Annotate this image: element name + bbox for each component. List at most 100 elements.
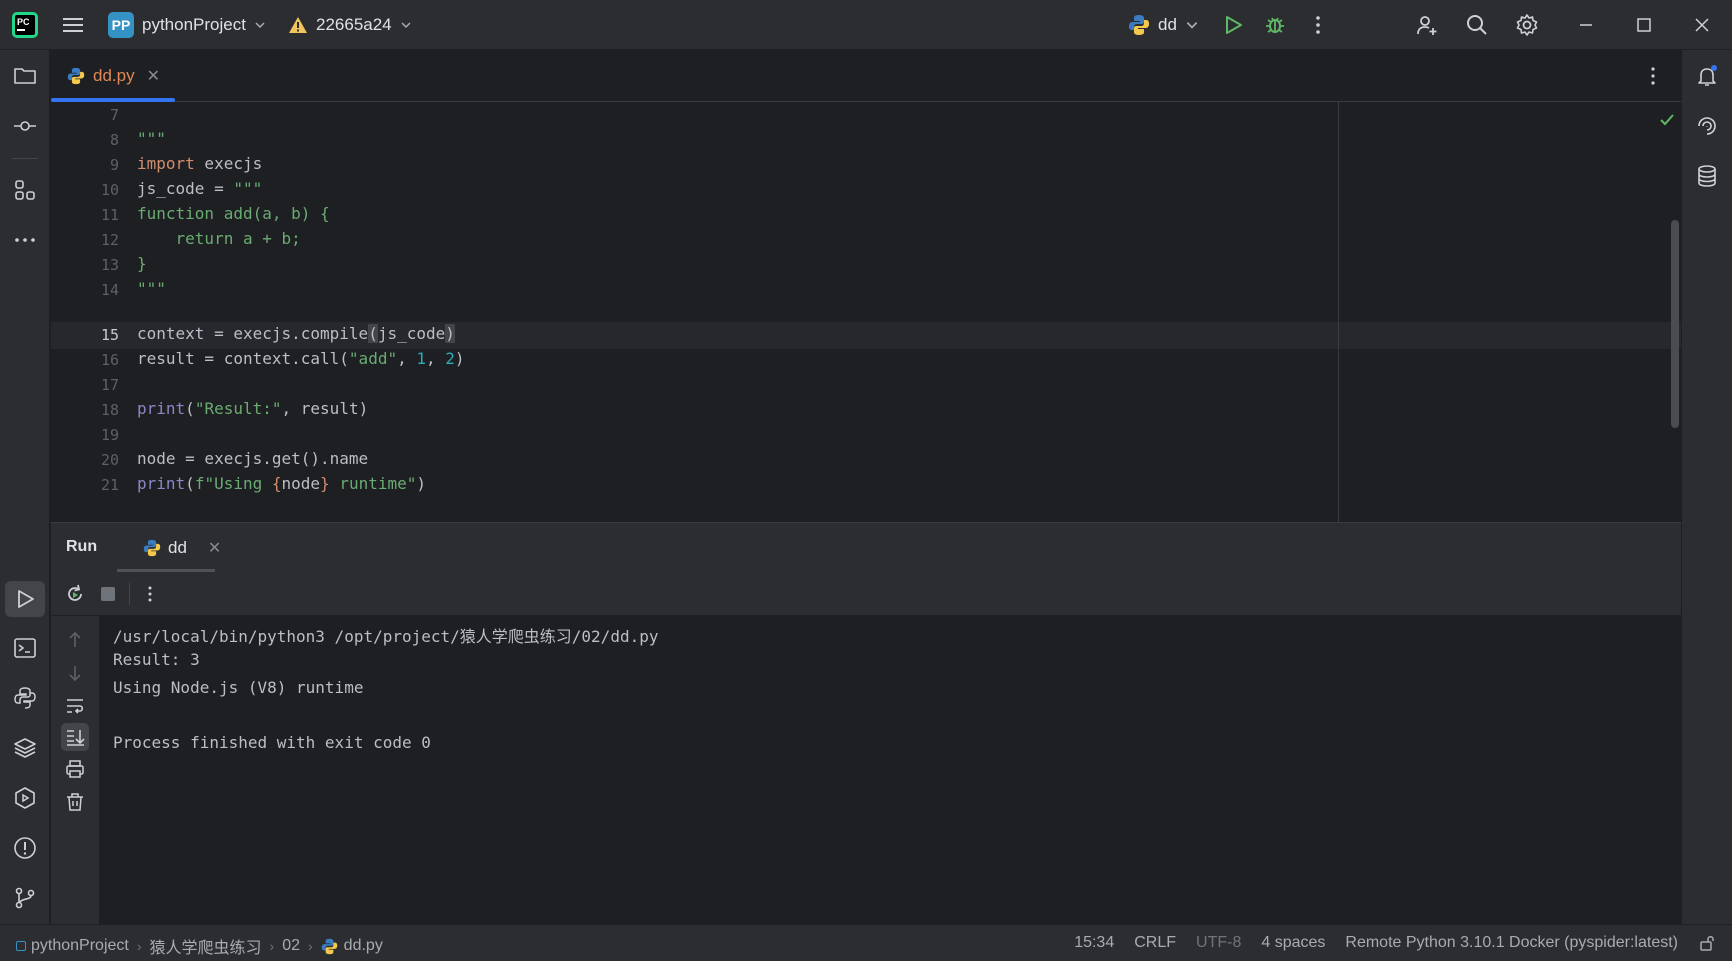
problems-icon[interactable] [13, 836, 37, 860]
console-line: Process finished with exit code 0 [113, 733, 431, 752]
code-line-21: print(f"Using {node} runtime") [137, 474, 426, 493]
code-text: context = execjs.compile [137, 324, 369, 343]
terminal-icon[interactable] [13, 636, 37, 660]
code-with-me-icon[interactable] [1415, 13, 1439, 37]
code-editor[interactable]: 7 8 9 10 11 12 13 14 15 16 17 18 19 20 2… [51, 102, 1681, 522]
line-number: 13 [100, 256, 119, 274]
rerun-icon[interactable] [64, 583, 86, 605]
stop-icon[interactable] [97, 583, 119, 605]
run-console-output[interactable]: /usr/local/bin/python3 /opt/project/猿人学爬… [99, 616, 1681, 924]
string: "add" [348, 349, 398, 368]
more-actions-icon[interactable] [1306, 13, 1330, 37]
unlock-icon[interactable] [1698, 934, 1716, 952]
vcs-branch: 22665a24 [316, 15, 392, 34]
chevron-down-icon [401, 22, 411, 29]
breadcrumb-item[interactable]: dd.py [344, 937, 383, 955]
editor-scrollbar[interactable] [1671, 220, 1679, 428]
database-icon[interactable] [1695, 164, 1719, 188]
maximize-icon[interactable] [1632, 13, 1656, 37]
code-text: , result) [281, 399, 369, 418]
code-text: execjs [194, 154, 263, 173]
breadcrumb-item[interactable]: pythonProject [31, 937, 129, 955]
project-name: pythonProject [142, 15, 246, 34]
main-menu-icon[interactable] [62, 14, 84, 36]
scroll-down-icon[interactable] [64, 662, 86, 684]
tool-separator [12, 158, 38, 159]
code-text: ( [185, 474, 195, 493]
minimize-icon[interactable] [1574, 13, 1598, 37]
code-line-14: """ [137, 279, 166, 298]
run-panel-title: Run [66, 538, 98, 555]
project-folder-icon[interactable] [13, 64, 37, 88]
line-number: 16 [100, 351, 119, 369]
interpreter-selector[interactable]: Remote Python 3.10.1 Docker (pyspider:la… [1345, 934, 1678, 952]
structure-icon[interactable] [13, 178, 37, 202]
close-window-icon[interactable] [1690, 13, 1714, 37]
run-tab-label: dd [168, 538, 187, 557]
python-console-icon[interactable] [13, 686, 37, 710]
svg-text:PC: PC [17, 17, 30, 27]
project-widget[interactable]: PP pythonProject [108, 11, 266, 39]
module-icon [16, 941, 26, 951]
string: "Result:" [194, 399, 282, 418]
no-problems-check-icon[interactable] [1657, 110, 1677, 130]
keyword: import [137, 154, 195, 173]
code-text: , [397, 349, 417, 368]
tab-actions-more-icon[interactable] [1641, 64, 1665, 88]
file-encoding[interactable]: UTF-8 [1196, 934, 1241, 952]
python-packages-icon[interactable] [13, 736, 37, 760]
code-text: ( [185, 399, 195, 418]
line-number: 10 [100, 181, 119, 199]
status-bar: pythonProject › 猿人学爬虫练习 › 02 › dd.py 15:… [0, 924, 1732, 961]
breadcrumb-item[interactable]: 猿人学爬虫练习 [150, 934, 262, 958]
debug-icon[interactable] [1263, 13, 1287, 37]
run-toolbar [51, 572, 1681, 616]
builtin: print [137, 399, 186, 418]
line-number: 7 [109, 106, 119, 124]
python-icon [143, 539, 161, 557]
code-line-9: import execjs [137, 154, 262, 173]
python-file-icon [67, 67, 85, 85]
git-branch-icon[interactable] [13, 886, 37, 910]
indent-setting[interactable]: 4 spaces [1261, 934, 1325, 952]
line-number: 18 [100, 401, 119, 419]
title-bar: PC PP pythonProject 22665a24 dd [0, 0, 1732, 50]
pycharm-logo-icon[interactable]: PC [12, 12, 38, 38]
code-line-13: } [137, 254, 147, 273]
run-icon[interactable] [1221, 13, 1245, 37]
code-text: result = context.call( [137, 349, 349, 368]
run-tab-dd[interactable]: dd ✕ [131, 523, 229, 573]
notifications-bell-icon[interactable] [1695, 64, 1719, 88]
commit-icon[interactable] [13, 114, 37, 138]
scroll-to-end-icon[interactable] [64, 726, 86, 748]
vcs-widget[interactable]: 22665a24 [288, 11, 412, 39]
services-icon[interactable] [13, 786, 37, 810]
scroll-up-icon[interactable] [64, 629, 86, 651]
line-number: 19 [100, 426, 119, 444]
run-config-selector[interactable]: dd [1128, 11, 1199, 39]
code-line-15: context = execjs.compile(js_code) [137, 324, 455, 343]
editor-tab-dd-py[interactable]: dd.py ✕ [51, 50, 175, 102]
ai-assistant-icon[interactable] [1695, 114, 1719, 138]
line-number: 8 [109, 131, 119, 149]
builtin: print [137, 474, 186, 493]
print-icon[interactable] [64, 758, 86, 780]
run-config-name: dd [1158, 15, 1177, 34]
settings-gear-icon[interactable] [1515, 13, 1539, 37]
breadcrumb: pythonProject › 猿人学爬虫练习 › 02 › dd.py [16, 934, 383, 958]
code-text: js_code = [137, 179, 234, 198]
close-run-tab-icon[interactable]: ✕ [208, 538, 221, 558]
breadcrumb-item[interactable]: 02 [282, 937, 300, 955]
more-options-icon[interactable] [139, 583, 161, 605]
clear-trash-icon[interactable] [64, 791, 86, 813]
line-number: 14 [100, 281, 119, 299]
caret-position[interactable]: 15:34 [1074, 934, 1114, 952]
close-tab-icon[interactable]: ✕ [147, 66, 160, 86]
line-separator[interactable]: CRLF [1134, 934, 1176, 952]
run-tool-icon[interactable] [13, 587, 37, 611]
more-tools-icon[interactable] [13, 228, 37, 252]
line-number-gutter: 7 8 9 10 11 12 13 14 15 16 17 18 19 20 2… [51, 102, 133, 522]
search-icon[interactable] [1465, 13, 1489, 37]
line-number: 9 [109, 156, 119, 174]
soft-wrap-icon[interactable] [64, 695, 86, 717]
